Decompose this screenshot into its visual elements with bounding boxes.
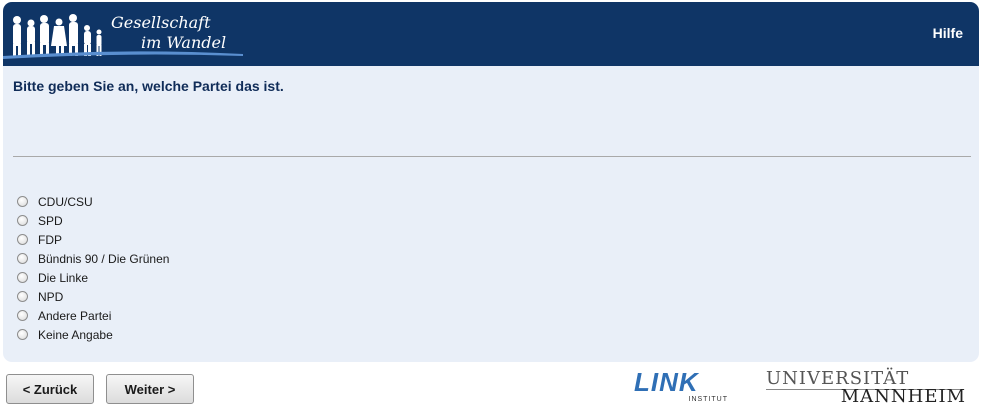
link-logo-subtext: INSTITUT	[688, 396, 728, 403]
radio-button[interactable]	[17, 253, 28, 264]
divider	[13, 156, 971, 157]
radio-button[interactable]	[17, 310, 28, 321]
option-label: FDP	[38, 232, 62, 247]
brand-line-1: Gesellschaft	[111, 13, 211, 32]
option-andere-partei[interactable]: Andere Partei	[17, 306, 169, 325]
party-options-list: CDU/CSU SPD FDP Bündnis 90 / Die Grünen …	[17, 192, 169, 344]
option-spd[interactable]: SPD	[17, 211, 169, 230]
option-label: NPD	[38, 289, 64, 304]
survey-frame: Gesellschaft im Wandel Hilfe Bitte geben…	[3, 2, 979, 362]
radio-button[interactable]	[17, 272, 28, 283]
link-institut-logo: LINK INSTITUT	[634, 369, 730, 405]
uni-logo-line-2: MANNHEIM	[840, 386, 966, 407]
option-label: Andere Partei	[38, 308, 112, 323]
radio-button[interactable]	[17, 234, 28, 245]
option-label: Die Linke	[38, 270, 89, 285]
next-button[interactable]: Weiter >	[106, 374, 194, 404]
option-keine-angabe[interactable]: Keine Angabe	[17, 325, 169, 344]
brand-swoosh-icon	[3, 51, 243, 59]
option-label: Keine Angabe	[38, 327, 113, 342]
option-npd[interactable]: NPD	[17, 287, 169, 306]
option-linke[interactable]: Die Linke	[17, 268, 169, 287]
option-gruene[interactable]: Bündnis 90 / Die Grünen	[17, 249, 169, 268]
back-button[interactable]: < Zurück	[6, 374, 94, 404]
option-label: SPD	[38, 213, 63, 228]
option-fdp[interactable]: FDP	[17, 230, 169, 249]
brand-logo-text: Gesellschaft im Wandel	[111, 13, 226, 53]
help-link[interactable]: Hilfe	[933, 25, 963, 41]
radio-button[interactable]	[17, 215, 28, 226]
radio-button[interactable]	[17, 291, 28, 302]
option-cdu-csu[interactable]: CDU/CSU	[17, 192, 169, 211]
question-text: Bitte geben Sie an, welche Partei das is…	[13, 78, 284, 94]
radio-button[interactable]	[17, 329, 28, 340]
universitaet-mannheim-logo: UNIVERSITÄT MANNHEIM	[766, 370, 970, 406]
header-bar: Gesellschaft im Wandel Hilfe	[3, 2, 979, 66]
link-logo-text: LINK	[634, 367, 699, 397]
option-label: CDU/CSU	[38, 194, 93, 209]
option-label: Bündnis 90 / Die Grünen	[38, 251, 170, 266]
radio-button[interactable]	[17, 196, 28, 207]
